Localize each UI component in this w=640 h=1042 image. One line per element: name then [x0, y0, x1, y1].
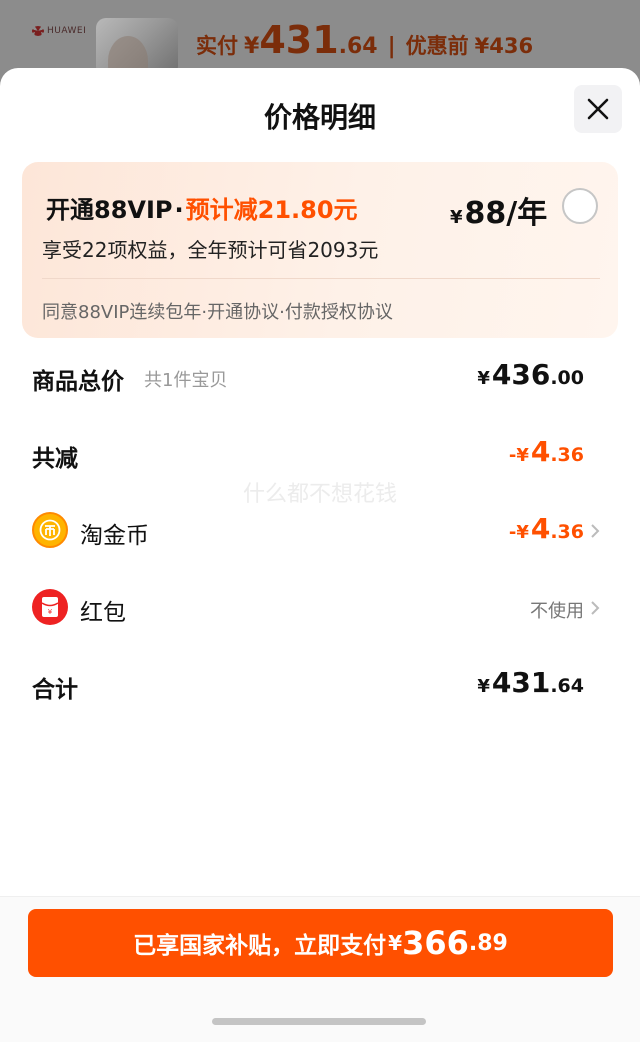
discount-dec: .36 [550, 444, 584, 466]
pay-button-currency: ¥ [388, 931, 403, 955]
goods-total-amount: ¥436.00 [477, 358, 584, 391]
close-button[interactable] [574, 85, 622, 133]
close-icon [587, 98, 609, 120]
pay-button-int: 366 [402, 924, 469, 962]
chevron-right-icon [591, 524, 600, 538]
original-price: ¥436 [474, 34, 534, 58]
sum-amount: ¥431.64 [477, 666, 584, 699]
red-envelope-icon: ¥ [32, 589, 68, 625]
total-discount-row: 共减 -¥ 4.36 [32, 435, 602, 475]
vip-benefit-text: 享受22项权益，全年预计可省2093元 [42, 238, 379, 262]
discount-int: 4 [530, 435, 551, 468]
coin-int: 4 [530, 512, 551, 545]
pay-now-button[interactable]: 已享国家补贴，立即支付 ¥ 366 .89 [28, 909, 613, 977]
original-price-label: 优惠前 [405, 34, 469, 58]
price-separator: | [387, 34, 396, 59]
vip-offer-line: 开通88VIP · 预计减21.80元 [46, 190, 358, 225]
red-envelope-value: 不使用 [530, 601, 584, 622]
background-price-summary: 实付 ¥431.64 | 优惠前 ¥436 [196, 18, 533, 62]
total-discount-amount: -¥ 4.36 [509, 435, 584, 468]
svg-text:¥: ¥ [48, 608, 53, 616]
total-discount-label: 共减 [32, 446, 78, 472]
vip-agreement-links[interactable]: 同意88VIP连续包年·开通协议·付款授权协议 [42, 298, 393, 324]
vip-dot: · [174, 196, 184, 224]
goods-total-currency: ¥ [477, 368, 490, 389]
red-envelope-row[interactable]: ¥ 红包 不使用 [32, 589, 602, 629]
vip-price: ¥ 88/年 [450, 188, 547, 232]
goods-total-int: 436 [491, 358, 551, 391]
red-envelope-label: 红包 [80, 600, 126, 626]
coin-dec: .36 [550, 521, 584, 543]
vip-upsell-card[interactable]: 开通88VIP · 预计减21.80元 ¥ 88/年 享受22项权益，全年预计可… [22, 162, 618, 338]
home-indicator[interactable] [212, 1018, 426, 1025]
huawei-logo-icon [32, 26, 44, 36]
sum-dec: .64 [550, 675, 584, 697]
tao-coin-label: 淘金币 [80, 523, 149, 549]
goods-total-dec: .00 [550, 367, 584, 389]
vip-price-value: 88/年 [464, 196, 548, 231]
tao-coin-amount: -¥ 4.36 [509, 512, 584, 545]
sum-label: 合计 [32, 677, 78, 703]
vip-currency: ¥ [450, 207, 463, 228]
coin-glyph [39, 519, 61, 541]
coin-prefix: -¥ [508, 522, 529, 543]
vip-divider [42, 278, 600, 279]
vip-save-label: 预计减21.80元 [185, 196, 358, 224]
price-detail-sheet: 价格明细 开通88VIP · 预计减21.80元 ¥ 88/年 享受22项权益，… [0, 68, 640, 1042]
pay-button-text: 已享国家补贴，立即支付 [133, 933, 387, 959]
brand-logo: HUAWEI [32, 26, 86, 36]
actual-pay-int: 431 [259, 18, 339, 62]
vip-open-label: 开通88VIP [46, 196, 173, 224]
coin-icon [32, 512, 68, 548]
goods-count: 共1件宝贝 [144, 370, 228, 391]
sum-int: 431 [491, 666, 551, 699]
red-envelope-glyph: ¥ [41, 597, 59, 617]
bottom-action-bar: 已享国家补贴，立即支付 ¥ 366 .89 [0, 896, 640, 1042]
vip-select-radio[interactable] [562, 188, 598, 224]
sum-currency: ¥ [477, 676, 490, 697]
pay-button-dec: .89 [468, 930, 508, 956]
watermark-text: 什么都不想花钱 [242, 482, 397, 507]
actual-pay-currency: ¥ [244, 34, 260, 59]
actual-pay-dec: .64 [338, 34, 378, 59]
sheet-title: 价格明细 [263, 101, 376, 134]
tao-coin-row[interactable]: 淘金币 -¥ 4.36 [32, 512, 602, 552]
sum-row: 合计 ¥431.64 [32, 666, 602, 706]
goods-total-row: 商品总价 共1件宝贝 ¥436.00 [32, 358, 602, 398]
actual-pay-label: 实付 [196, 34, 238, 58]
goods-total-label: 商品总价 [32, 369, 124, 395]
chevron-right-icon [591, 601, 600, 615]
brand-name: HUAWEI [47, 26, 87, 36]
discount-prefix: -¥ [508, 445, 529, 466]
